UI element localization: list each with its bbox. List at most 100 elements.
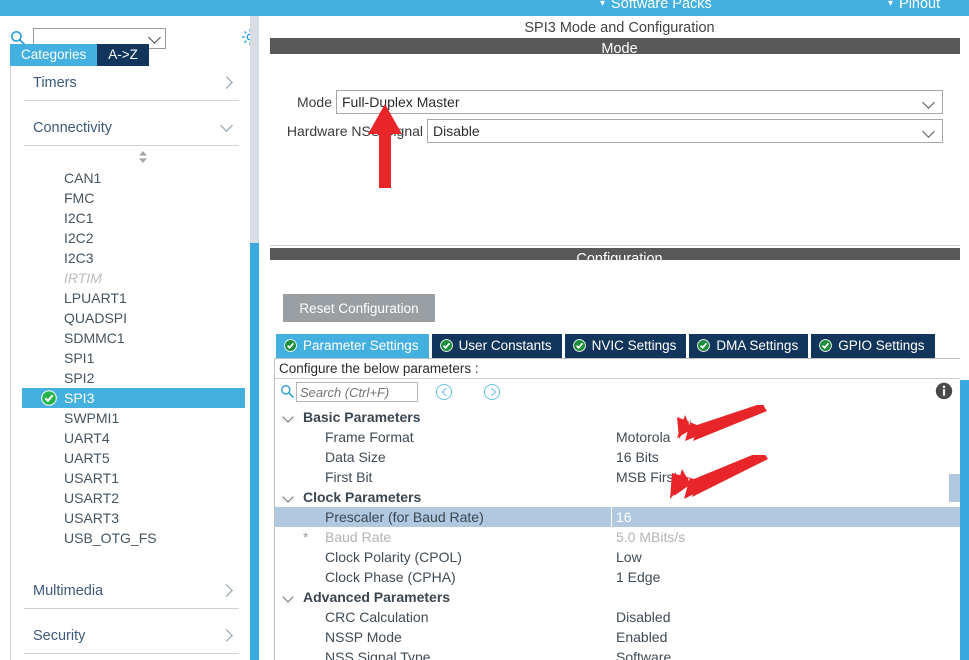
peripheral-item-sdmmc1[interactable]: SDMMC1 (22, 328, 245, 348)
main-scrollbar-thumb[interactable] (960, 380, 969, 660)
tab-dma-settings[interactable]: DMA Settings (689, 334, 809, 358)
param-value: Enabled (616, 629, 668, 645)
chevron-right-icon (220, 629, 233, 642)
peripheral-item-i2c3[interactable]: I2C3 (22, 248, 245, 268)
param-value-cell[interactable] (611, 507, 965, 527)
check-circle-icon (572, 339, 586, 352)
peripheral-label: USART2 (64, 490, 119, 506)
chevron-down-icon (282, 591, 294, 603)
check-circle-icon (697, 339, 711, 352)
peripheral-item-usart2[interactable]: USART2 (22, 488, 245, 508)
chevron-right-icon (220, 76, 233, 89)
param-value: 16 (616, 509, 632, 525)
chevron-down-icon (220, 119, 233, 132)
sidebar-peripheral-list: Timers Connectivity CAN1 FMC I2C1 I2C2 I… (10, 66, 253, 660)
tab-parameter-settings[interactable]: Parameter Settings (276, 334, 429, 358)
hardware-nss-signal-select[interactable]: Disable (427, 119, 943, 143)
chevron-right-icon (220, 584, 233, 597)
sidebar-scrollbar-thumb[interactable] (250, 243, 259, 660)
sidebar-search-row (0, 16, 258, 49)
mode-select-value: Full-Duplex Master (342, 94, 460, 110)
param-value: Low (616, 549, 642, 565)
configuration-tabs: Parameter Settings User Constants NVIC S… (276, 334, 938, 358)
menu-item-software-packs[interactable]: ▾ Software Packs (600, 0, 712, 12)
menu-item-pinout[interactable]: ▾ Pinout (888, 0, 940, 12)
configuration-section: Reset Configuration Parameter Settings U… (270, 260, 969, 660)
menu-item-software-packs-label: Software Packs (611, 0, 712, 12)
peripheral-item-i2c2[interactable]: I2C2 (22, 228, 245, 248)
peripheral-item-spi3[interactable]: SPI3 (22, 388, 245, 408)
chevron-down-icon (282, 411, 294, 423)
sidebar-tab-a-to-z[interactable]: A->Z (97, 44, 149, 66)
configure-parameters-label: Configure the below parameters : (275, 359, 965, 379)
param-group-clock-parameters[interactable]: Clock Parameters (275, 487, 965, 507)
peripheral-item-usb-otg-fs[interactable]: USB_OTG_FS (22, 528, 245, 548)
mode-select[interactable]: Full-Duplex Master (336, 90, 943, 114)
chevron-left-circle-icon[interactable] (436, 384, 452, 400)
chevron-down-icon: ▾ (600, 0, 606, 9)
param-row-nss-signal-type[interactable]: NSS Signal Type Software (275, 647, 965, 660)
param-row-clock-phase[interactable]: Clock Phase (CPHA) 1 Edge (275, 567, 965, 587)
info-icon[interactable] (935, 382, 953, 400)
param-group-label: Advanced Parameters (303, 589, 451, 605)
peripheral-label: I2C2 (64, 230, 94, 246)
sidebar: Categories A->Z Timers Connectivity CAN1… (0, 16, 259, 660)
peripheral-item-can1[interactable]: CAN1 (22, 168, 245, 188)
configuration-scrollbar-thumb[interactable] (949, 474, 960, 502)
peripheral-label: UART4 (64, 430, 110, 446)
tab-nvic-settings[interactable]: NVIC Settings (564, 334, 687, 358)
param-row-crc-calculation[interactable]: CRC Calculation Disabled (275, 607, 965, 627)
top-menu-bar: ▾ Software Packs ▾ Pinout (0, 0, 969, 16)
tab-gpio-settings[interactable]: GPIO Settings (811, 334, 935, 358)
tab-user-constants[interactable]: User Constants (431, 334, 562, 358)
peripheral-label: USART3 (64, 510, 119, 526)
peripheral-item-spi2[interactable]: SPI2 (22, 368, 245, 388)
peripheral-item-uart5[interactable]: UART5 (22, 448, 245, 468)
chevron-right-circle-icon[interactable] (484, 384, 500, 400)
param-group-advanced-parameters[interactable]: Advanced Parameters (275, 587, 965, 607)
param-group-basic-parameters[interactable]: Basic Parameters (275, 407, 965, 427)
scroll-updown-icon[interactable] (136, 150, 150, 164)
peripheral-item-spi1[interactable]: SPI1 (22, 348, 245, 368)
param-row-data-size[interactable]: Data Size 16 Bits (275, 447, 965, 467)
sidebar-tabs: Categories A->Z (10, 44, 149, 66)
readonly-star: * (303, 529, 309, 545)
category-header-connectivity[interactable]: Connectivity (24, 113, 239, 146)
peripheral-item-swpmi1[interactable]: SWPMI1 (22, 408, 245, 428)
peripheral-item-irtim: IRTIM (22, 268, 245, 288)
mode-section: Mode Full-Duplex Master Hardware NSS Sig… (270, 54, 969, 246)
param-value: 16 Bits (616, 449, 659, 465)
tab-user-constants-label: User Constants (458, 338, 552, 353)
peripheral-item-uart4[interactable]: UART4 (22, 428, 245, 448)
reset-configuration-button[interactable]: Reset Configuration (283, 294, 435, 322)
search-icon (280, 384, 294, 398)
peripheral-item-lpuart1[interactable]: LPUART1 (22, 288, 245, 308)
param-key: NSS Signal Type (325, 649, 431, 660)
chevron-down-icon (922, 96, 935, 109)
peripheral-item-usart3[interactable]: USART3 (22, 508, 245, 528)
peripheral-label: I2C3 (64, 250, 94, 266)
chevron-down-icon (148, 31, 161, 44)
peripheral-item-i2c1[interactable]: I2C1 (22, 208, 245, 228)
peripheral-label: SPI1 (64, 350, 95, 366)
param-row-prescaler[interactable]: Prescaler (for Baud Rate) 16 (275, 507, 965, 527)
param-row-first-bit[interactable]: First Bit MSB First (275, 467, 965, 487)
param-group-label: Basic Parameters (303, 409, 421, 425)
peripheral-label: LPUART1 (64, 290, 127, 306)
category-header-timers[interactable]: Timers (24, 68, 239, 101)
peripheral-item-quadspi[interactable]: QUADSPI (22, 308, 245, 328)
peripheral-item-fmc[interactable]: FMC (22, 188, 245, 208)
category-header-security[interactable]: Security (24, 621, 239, 654)
param-row-clock-polarity[interactable]: Clock Polarity (CPOL) Low (275, 547, 965, 567)
search-input[interactable] (296, 382, 418, 402)
param-key: CRC Calculation (325, 609, 429, 625)
category-header-multimedia[interactable]: Multimedia (24, 576, 239, 609)
param-row-nssp-mode[interactable]: NSSP Mode Enabled (275, 627, 965, 647)
tab-gpio-settings-label: GPIO Settings (838, 338, 925, 353)
peripheral-label: SDMMC1 (64, 330, 125, 346)
peripheral-item-usart1[interactable]: USART1 (22, 468, 245, 488)
sidebar-tab-categories[interactable]: Categories (10, 44, 98, 66)
check-circle-icon (819, 339, 833, 352)
param-row-frame-format[interactable]: Frame Format Motorola (275, 427, 965, 447)
mode-field-label: Mode (296, 94, 332, 110)
